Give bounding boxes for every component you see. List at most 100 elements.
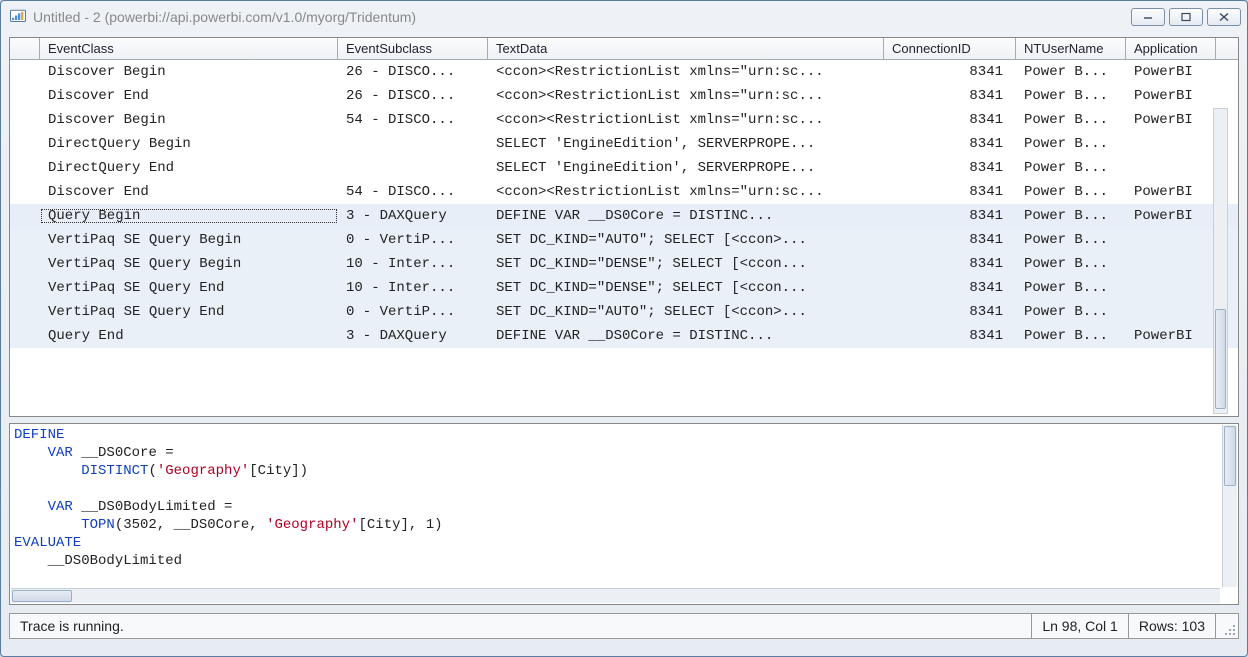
trace-grid[interactable]: EventClass EventSubclass TextData Connec… [9,37,1239,417]
table-row[interactable]: VertiPaq SE Query Begin10 - Inter...SET … [10,252,1238,276]
col-textdata[interactable]: TextData [488,38,884,59]
cell-eventclass: VertiPaq SE Query End [40,304,338,320]
col-eventsubclass[interactable]: EventSubclass [338,38,488,59]
close-button[interactable] [1207,8,1241,26]
cell-textdata: DEFINE VAR __DS0Core = DISTINC... [488,328,884,344]
cell-eventsubclass: 10 - Inter... [338,280,488,296]
table-row[interactable]: Discover Begin26 - DISCO...<ccon><Restri… [10,60,1238,84]
col-rowselector[interactable] [10,38,40,59]
scrollbar-thumb[interactable] [12,590,72,602]
cell-eventclass: Discover Begin [40,112,338,128]
grid-header: EventClass EventSubclass TextData Connec… [10,38,1238,60]
cell-connectionid: 8341 [884,328,1016,344]
col-connectionid[interactable]: ConnectionID [884,38,1016,59]
cell-eventclass: Query Begin [40,208,338,224]
cell-connectionid: 8341 [884,160,1016,176]
table-row[interactable]: VertiPaq SE Query End0 - VertiP...SET DC… [10,300,1238,324]
col-ntusername[interactable]: NTUserName [1016,38,1126,59]
cell-applicationname: PowerBI [1126,184,1216,200]
cell-connectionid: 8341 [884,256,1016,272]
cell-ntusername: Power B... [1016,280,1126,296]
table-row[interactable]: VertiPaq SE Query End10 - Inter...SET DC… [10,276,1238,300]
table-row[interactable]: DirectQuery Begin SELECT 'EngineEdition'… [10,132,1238,156]
cell-ntusername: Power B... [1016,64,1126,80]
keyword-token: TOPN [81,517,115,533]
cell-applicationname: PowerBI [1126,112,1216,128]
cell-connectionid: 8341 [884,208,1016,224]
table-row[interactable]: VertiPaq SE Query Begin0 - VertiP...SET … [10,228,1238,252]
cell-textdata: <ccon><RestrictionList xmlns="urn:sc... [488,64,884,80]
cell-eventclass: Discover End [40,88,338,104]
table-row[interactable]: Discover End54 - DISCO...<ccon><Restrict… [10,180,1238,204]
table-row[interactable]: Query End3 - DAXQueryDEFINE VAR __DS0Cor… [10,324,1238,348]
cell-textdata: SET DC_KIND="AUTO"; SELECT [<ccon>... [488,304,884,320]
cell-ntusername: Power B... [1016,208,1126,224]
maximize-button[interactable] [1169,8,1203,26]
cell-eventsubclass: 0 - VertiP... [338,304,488,320]
scrollbar-thumb[interactable] [1224,426,1236,486]
keyword-token: VAR [48,445,73,461]
cell-eventsubclass: 54 - DISCO... [338,112,488,128]
cell-textdata: <ccon><RestrictionList xmlns="urn:sc... [488,88,884,104]
table-row[interactable]: Discover End26 - DISCO...<ccon><Restrict… [10,84,1238,108]
table-row[interactable]: DirectQuery End SELECT 'EngineEdition', … [10,156,1238,180]
cell-eventsubclass: 0 - VertiP... [338,232,488,248]
cell-eventclass: DirectQuery End [40,160,338,176]
cell-connectionid: 8341 [884,64,1016,80]
cell-textdata: DEFINE VAR __DS0Core = DISTINC... [488,208,884,224]
string-token: 'Geography' [157,463,249,479]
cell-ntusername: Power B... [1016,256,1126,272]
col-applicationname[interactable]: Application [1126,38,1216,59]
cell-applicationname: PowerBI [1126,64,1216,80]
keyword-token: DEFINE [14,427,64,443]
window-title: Untitled - 2 (powerbi://api.powerbi.com/… [33,9,416,25]
cell-connectionid: 8341 [884,136,1016,152]
cell-textdata: SET DC_KIND="AUTO"; SELECT [<ccon>... [488,232,884,248]
cell-ntusername: Power B... [1016,184,1126,200]
cell-applicationname: PowerBI [1126,208,1216,224]
cell-textdata: SELECT 'EngineEdition', SERVERPROPE... [488,136,884,152]
titlebar: Untitled - 2 (powerbi://api.powerbi.com/… [1,1,1247,33]
resize-grip-icon[interactable] [1216,614,1238,638]
cell-ntusername: Power B... [1016,328,1126,344]
code-text[interactable]: DEFINE VAR __DS0Core = DISTINCT('Geograp… [10,424,1238,588]
cell-eventsubclass: 26 - DISCO... [338,88,488,104]
app-icon [9,8,27,26]
scrollbar-thumb[interactable] [1215,309,1226,409]
cell-eventclass: VertiPaq SE Query End [40,280,338,296]
cell-eventclass: DirectQuery Begin [40,136,338,152]
cell-textdata: <ccon><RestrictionList xmlns="urn:sc... [488,184,884,200]
cell-textdata: SET DC_KIND="DENSE"; SELECT [<ccon... [488,280,884,296]
cell-textdata: SET DC_KIND="DENSE"; SELECT [<ccon... [488,256,884,272]
string-token: 'Geography' [266,517,358,533]
code-scrollbar-horizontal[interactable] [11,588,1220,603]
grid-body[interactable]: Discover Begin26 - DISCO...<ccon><Restri… [10,60,1238,416]
col-eventclass[interactable]: EventClass [40,38,338,59]
cell-eventclass: VertiPaq SE Query Begin [40,232,338,248]
cell-connectionid: 8341 [884,304,1016,320]
minimize-button[interactable] [1131,8,1165,26]
cell-eventclass: VertiPaq SE Query Begin [40,256,338,272]
keyword-token: VAR [48,499,73,515]
cell-ntusername: Power B... [1016,88,1126,104]
cell-applicationname: PowerBI [1126,88,1216,104]
grid-scrollbar-vertical[interactable] [1213,108,1228,414]
cell-ntusername: Power B... [1016,160,1126,176]
cell-ntusername: Power B... [1016,232,1126,248]
cell-eventsubclass: 54 - DISCO... [338,184,488,200]
table-row[interactable]: Query Begin3 - DAXQueryDEFINE VAR __DS0C… [10,204,1238,228]
cell-textdata: SELECT 'EngineEdition', SERVERPROPE... [488,160,884,176]
statusbar: Trace is running. Ln 98, Col 1 Rows: 103 [9,613,1239,639]
cell-connectionid: 8341 [884,184,1016,200]
cell-connectionid: 8341 [884,280,1016,296]
window: Untitled - 2 (powerbi://api.powerbi.com/… [0,0,1248,657]
status-caret-position: Ln 98, Col 1 [1032,614,1129,638]
cell-eventsubclass: 3 - DAXQuery [338,208,488,224]
cell-connectionid: 8341 [884,112,1016,128]
window-controls [1131,8,1241,26]
table-row[interactable]: Discover Begin54 - DISCO...<ccon><Restri… [10,108,1238,132]
keyword-token: EVALUATE [14,535,81,551]
keyword-token: DISTINCT [81,463,148,479]
code-pane[interactable]: DEFINE VAR __DS0Core = DISTINCT('Geograp… [9,423,1239,605]
code-scrollbar-vertical[interactable] [1222,425,1237,587]
